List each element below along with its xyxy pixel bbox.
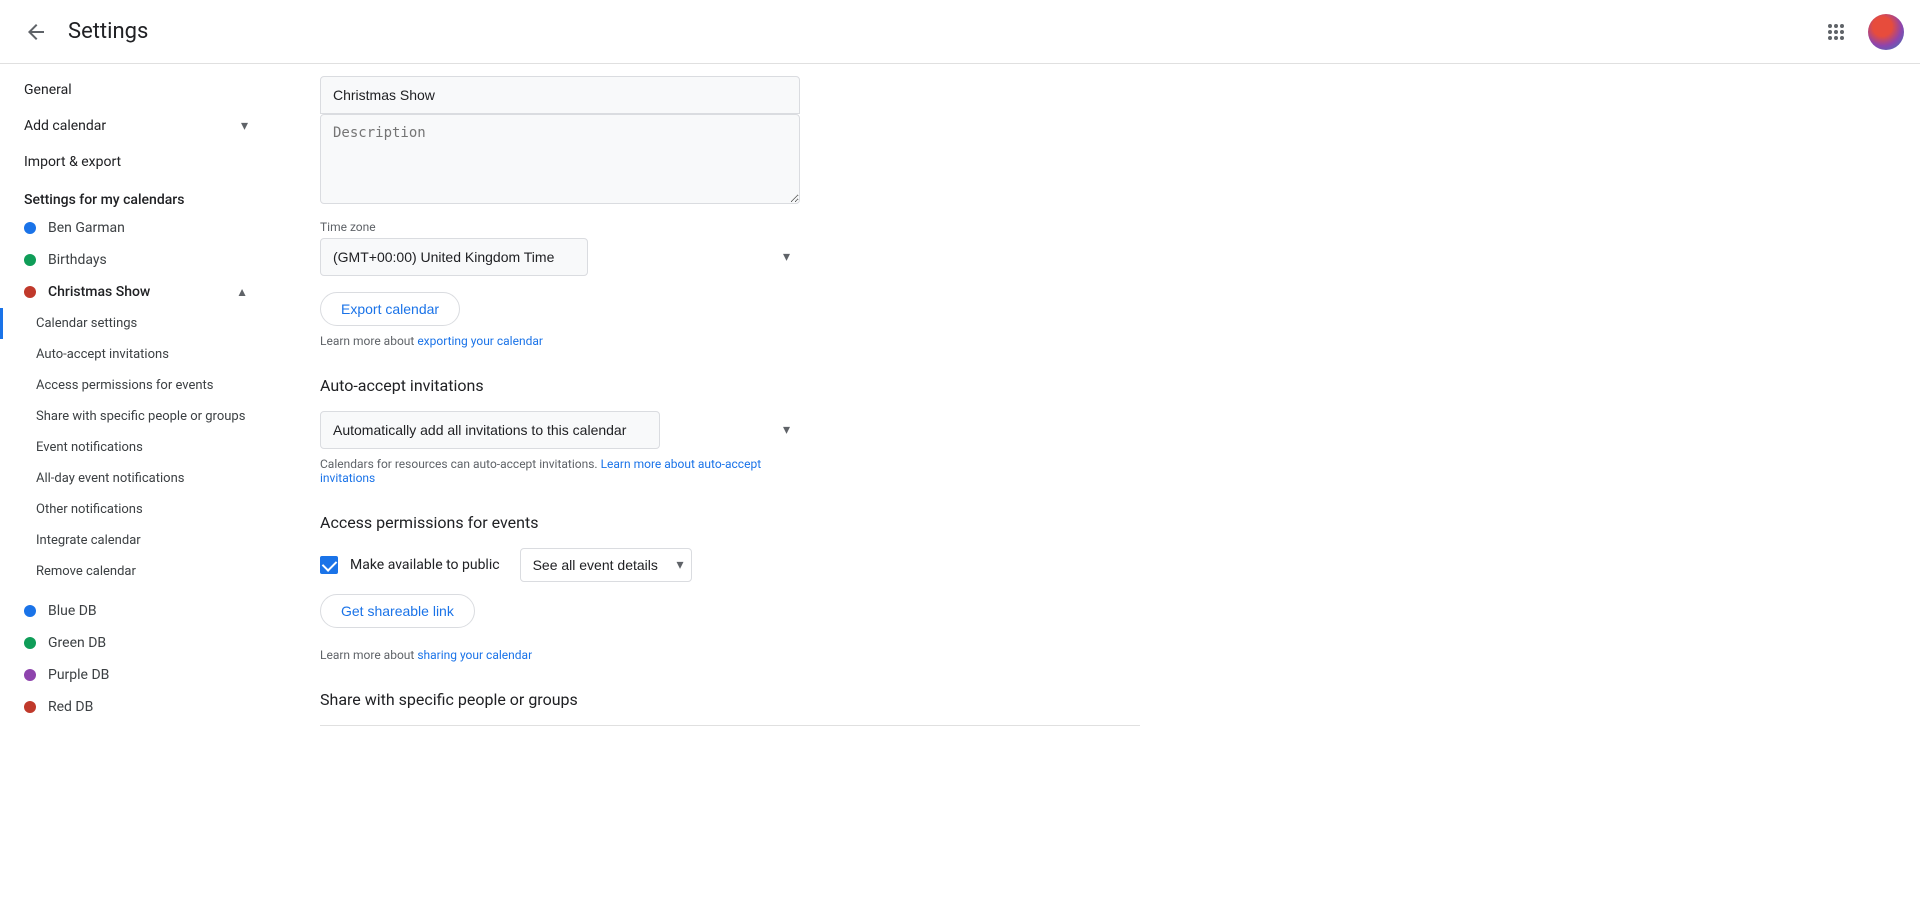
sub-item-remove-calendar[interactable]: Remove calendar [0, 556, 272, 587]
sub-item-calendar-settings[interactable]: Calendar settings [0, 308, 272, 339]
sub-item-integrate-calendar[interactable]: Integrate calendar ← [0, 525, 272, 556]
auto-accept-title: Auto-accept invitations [320, 376, 1140, 395]
export-calendar-button[interactable]: Export calendar [320, 292, 460, 326]
sidebar-item-general[interactable]: General [0, 72, 272, 108]
sidebar-calendar-ben-garman[interactable]: Ben Garman [0, 212, 272, 244]
export-learn-more-link[interactable]: exporting your calendar [417, 334, 543, 348]
apps-button[interactable] [1816, 12, 1856, 52]
sidebar-item-add-calendar[interactable]: Add calendar ▾ [0, 108, 272, 144]
sidebar: General Add calendar ▾ Import & export S… [0, 0, 280, 911]
event-detail-select-wrapper: See all event details [520, 548, 692, 582]
avatar[interactable] [1868, 14, 1904, 50]
main-content: Time zone (GMT+00:00) United Kingdom Tim… [280, 0, 1180, 911]
red-db-dot [24, 701, 36, 713]
top-bar-right [1816, 12, 1904, 52]
page-title: Settings [68, 19, 148, 44]
sidebar-calendar-green-db[interactable]: Green DB [0, 627, 272, 659]
auto-accept-select[interactable]: Automatically add all invitations to thi… [320, 411, 660, 449]
sharing-helper-text: Learn more about sharing your calendar [320, 648, 800, 662]
auto-accept-select-wrapper-outer: Automatically add all invitations to thi… [320, 411, 800, 449]
birthdays-dot [24, 254, 36, 266]
top-bar: Settings [0, 0, 1920, 64]
sub-item-access-permissions[interactable]: Access permissions for events [0, 370, 272, 401]
sub-item-allday-notifications[interactable]: All-day event notifications [0, 463, 272, 494]
sidebar-calendar-christmas-show[interactable]: Christmas Show ▲ [0, 276, 272, 308]
christmas-show-dot [24, 286, 36, 298]
sidebar-calendar-birthdays[interactable]: Birthdays [0, 244, 272, 276]
make-public-row: Make available to public See all event d… [320, 548, 1140, 582]
sharing-learn-more-link[interactable]: sharing your calendar [417, 648, 532, 662]
sidebar-calendar-purple-db[interactable]: Purple DB [0, 659, 272, 691]
sub-item-auto-accept[interactable]: Auto-accept invitations [0, 339, 272, 370]
calendar-name-input[interactable] [320, 76, 800, 114]
export-helper-text: Learn more about exporting your calendar [320, 334, 800, 348]
back-button[interactable] [16, 12, 56, 52]
make-public-label: Make available to public [350, 557, 500, 573]
top-bar-left: Settings [16, 12, 148, 52]
timezone-select-wrapper: (GMT+00:00) United Kingdom Time [320, 238, 800, 276]
sub-item-other-notifications[interactable]: Other notifications [0, 494, 272, 525]
auto-accept-select-wrapper: Automatically add all invitations to thi… [320, 411, 800, 449]
timezone-label: Time zone [320, 220, 800, 234]
sidebar-item-import-export[interactable]: Import & export [0, 144, 272, 180]
share-section-title: Share with specific people or groups [320, 690, 1140, 709]
sidebar-calendar-blue-db[interactable]: Blue DB [0, 595, 272, 627]
share-section-divider [320, 725, 1140, 726]
chevron-down-icon: ▾ [241, 118, 248, 134]
make-public-checkbox[interactable] [320, 556, 338, 574]
description-field[interactable] [320, 114, 800, 204]
ben-garman-dot [24, 222, 36, 234]
purple-db-dot [24, 669, 36, 681]
christmas-show-chevron: ▲ [236, 285, 248, 299]
get-shareable-link-button[interactable]: Get shareable link [320, 594, 475, 628]
auto-accept-helper: Calendars for resources can auto-accept … [320, 457, 800, 485]
christmas-show-sub-items: Calendar settings Auto-accept invitation… [0, 308, 280, 587]
green-db-dot [24, 637, 36, 649]
blue-db-dot [24, 605, 36, 617]
sidebar-calendar-red-db[interactable]: Red DB [0, 691, 272, 723]
my-calendars-section: Settings for my calendars [24, 192, 184, 208]
timezone-select[interactable]: (GMT+00:00) United Kingdom Time [320, 238, 588, 276]
timezone-section: Time zone (GMT+00:00) United Kingdom Tim… [320, 220, 800, 276]
sub-item-share-specific[interactable]: Share with specific people or groups [0, 401, 272, 432]
event-detail-select[interactable]: See all event details [520, 548, 692, 582]
sub-item-event-notifications[interactable]: Event notifications [0, 432, 272, 463]
access-permissions-title: Access permissions for events [320, 513, 1140, 532]
